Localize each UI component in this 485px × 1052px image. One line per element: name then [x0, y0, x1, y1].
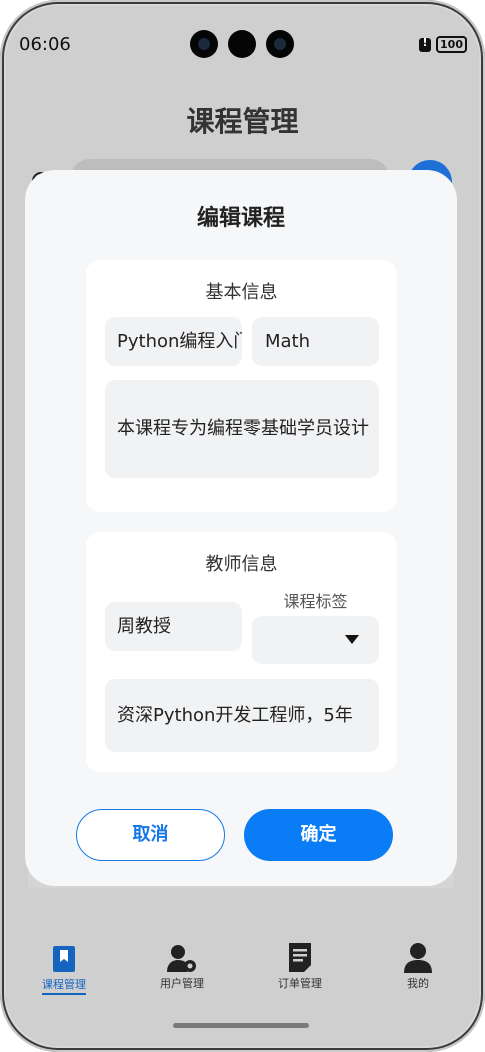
teacher-name-input[interactable]: 周教授	[105, 602, 242, 651]
nav-item-course-management[interactable]: 课程管理	[19, 941, 109, 995]
camera-icon	[266, 30, 294, 58]
course-description-value: 本课程专为编程零基础学员设计	[117, 418, 369, 439]
course-name-value: Python编程入门	[117, 331, 242, 352]
chevron-down-icon	[345, 635, 359, 644]
page-title: 课程管理	[186, 105, 299, 138]
nav-label: 订单管理	[278, 977, 322, 990]
status-bar: 06:06 100	[6, 6, 479, 76]
book-icon	[53, 946, 75, 972]
status-indicators: 100	[419, 36, 467, 53]
section-title: 基本信息	[205, 282, 278, 303]
course-category-input[interactable]: Math	[252, 317, 379, 366]
teacher-bio-value: 资深Python开发工程师，5年	[117, 705, 353, 726]
camera-icon	[190, 30, 218, 58]
course-tag-select[interactable]	[252, 616, 379, 664]
battery-icon: 100	[436, 36, 467, 53]
battery-level: 100	[440, 38, 463, 51]
nav-item-user-management[interactable]: 用户管理	[137, 941, 227, 991]
teacher-bio-input[interactable]: 资深Python开发工程师，5年	[105, 679, 379, 752]
course-tag-label: 课程标签	[283, 592, 348, 611]
alert-icon	[419, 36, 432, 52]
teacher-name-value: 周教授	[117, 616, 171, 637]
bottom-nav: 课程管理 用户管理 订单管理 我的	[6, 941, 479, 1001]
dialog-title: 编辑课程	[196, 206, 285, 231]
basic-info-section: 基本信息 Python编程入门 Math 本课程专为编程零基础学员设计	[86, 260, 397, 512]
user-settings-icon	[167, 945, 196, 972]
nav-item-mine[interactable]: 我的	[373, 941, 463, 991]
course-name-input[interactable]: Python编程入门	[105, 317, 242, 366]
section-title: 教师信息	[205, 554, 278, 575]
screen: 06:06 100 课程管理 编辑课程 基本信息 Python编程入门	[6, 6, 479, 1046]
course-category-value: Math	[265, 331, 311, 352]
person-icon	[404, 943, 432, 973]
teacher-info-section: 教师信息 周教授 课程标签 资深Python开发工程师，5年	[86, 532, 397, 772]
home-indicator[interactable]	[173, 1023, 309, 1028]
edit-course-dialog: 编辑课程 基本信息 Python编程入门 Math 本课程专为编程零基础学员设计…	[25, 170, 457, 886]
phone-frame: 06:06 100 课程管理 编辑课程 基本信息 Python编程入门	[0, 0, 485, 1052]
nav-label: 我的	[407, 977, 429, 990]
course-description-input[interactable]: 本课程专为编程零基础学员设计	[105, 380, 379, 478]
order-document-icon	[289, 943, 311, 972]
status-time: 06:06	[19, 34, 71, 55]
nav-item-order-management[interactable]: 订单管理	[255, 941, 345, 991]
confirm-button[interactable]: 确定	[244, 809, 393, 861]
nav-label: 用户管理	[160, 977, 204, 990]
nav-label: 课程管理	[42, 976, 86, 995]
cancel-button[interactable]: 取消	[76, 809, 225, 861]
sensor-icon	[228, 30, 256, 58]
